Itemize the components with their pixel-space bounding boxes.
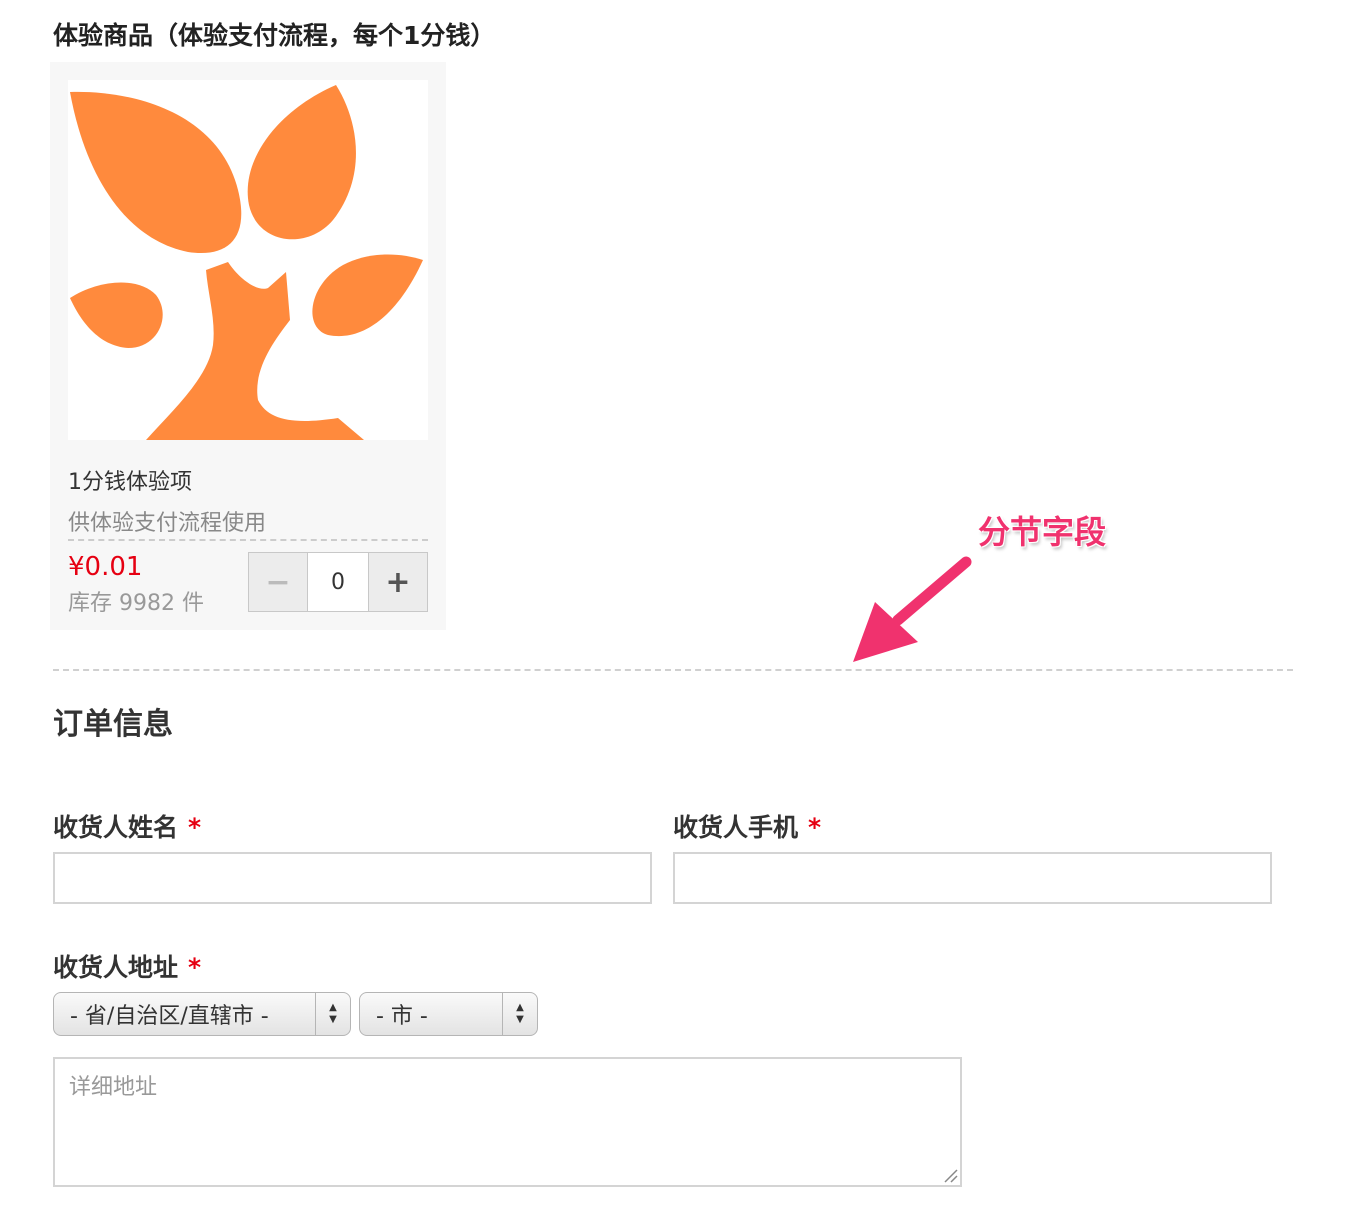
city-select-value: - 市 - xyxy=(376,1004,428,1029)
resize-grip-icon[interactable] xyxy=(940,1165,958,1183)
section-divider xyxy=(53,669,1293,671)
recipient-phone-input[interactable] xyxy=(673,852,1272,904)
orange-tree-logo-icon xyxy=(70,85,423,440)
required-mark: * xyxy=(188,953,202,982)
select-arrows-icon: ▲ ▼ xyxy=(502,993,537,1035)
select-arrows-icon: ▲ ▼ xyxy=(315,993,350,1035)
product-description: 供体验支付流程使用 xyxy=(68,511,267,536)
recipient-name-label: 收货人姓名 * xyxy=(53,808,201,844)
product-card: 1分钱体验项 供体验支付流程使用 ¥0.01 库存 9982 件 − 0 + xyxy=(50,62,446,630)
order-section-title: 订单信息 xyxy=(53,707,173,742)
product-stock: 库存 9982 件 xyxy=(68,591,204,616)
product-price: ¥0.01 xyxy=(68,552,143,582)
recipient-address-label-text: 收货人地址 xyxy=(53,953,179,982)
province-select[interactable]: - 省/自治区/直辖市 - ▲ ▼ xyxy=(53,992,351,1036)
required-mark: * xyxy=(188,813,202,842)
city-select[interactable]: - 市 - ▲ ▼ xyxy=(359,992,538,1036)
product-name: 1分钱体验项 xyxy=(68,470,192,495)
recipient-phone-label: 收货人手机 * xyxy=(673,808,821,844)
detailed-address-textarea[interactable] xyxy=(53,1057,962,1187)
recipient-address-label: 收货人地址 * xyxy=(53,948,201,984)
recipient-phone-label-text: 收货人手机 xyxy=(673,813,799,842)
quantity-value[interactable]: 0 xyxy=(308,553,368,611)
province-select-value: - 省/自治区/直辖市 - xyxy=(70,1004,269,1029)
increase-quantity-button[interactable]: + xyxy=(368,553,427,611)
product-divider xyxy=(68,539,428,541)
quantity-stepper[interactable]: − 0 + xyxy=(248,552,428,612)
annotation-arrow-icon xyxy=(853,556,972,662)
annotation-label: 分节字段 xyxy=(978,513,1107,551)
recipient-name-input[interactable] xyxy=(53,852,652,904)
required-mark: * xyxy=(808,813,822,842)
recipient-name-label-text: 收货人姓名 xyxy=(53,813,179,842)
product-section-title: 体验商品（体验支付流程，每个1分钱） xyxy=(53,21,496,50)
decrease-quantity-button[interactable]: − xyxy=(249,553,308,611)
product-image xyxy=(68,80,428,440)
